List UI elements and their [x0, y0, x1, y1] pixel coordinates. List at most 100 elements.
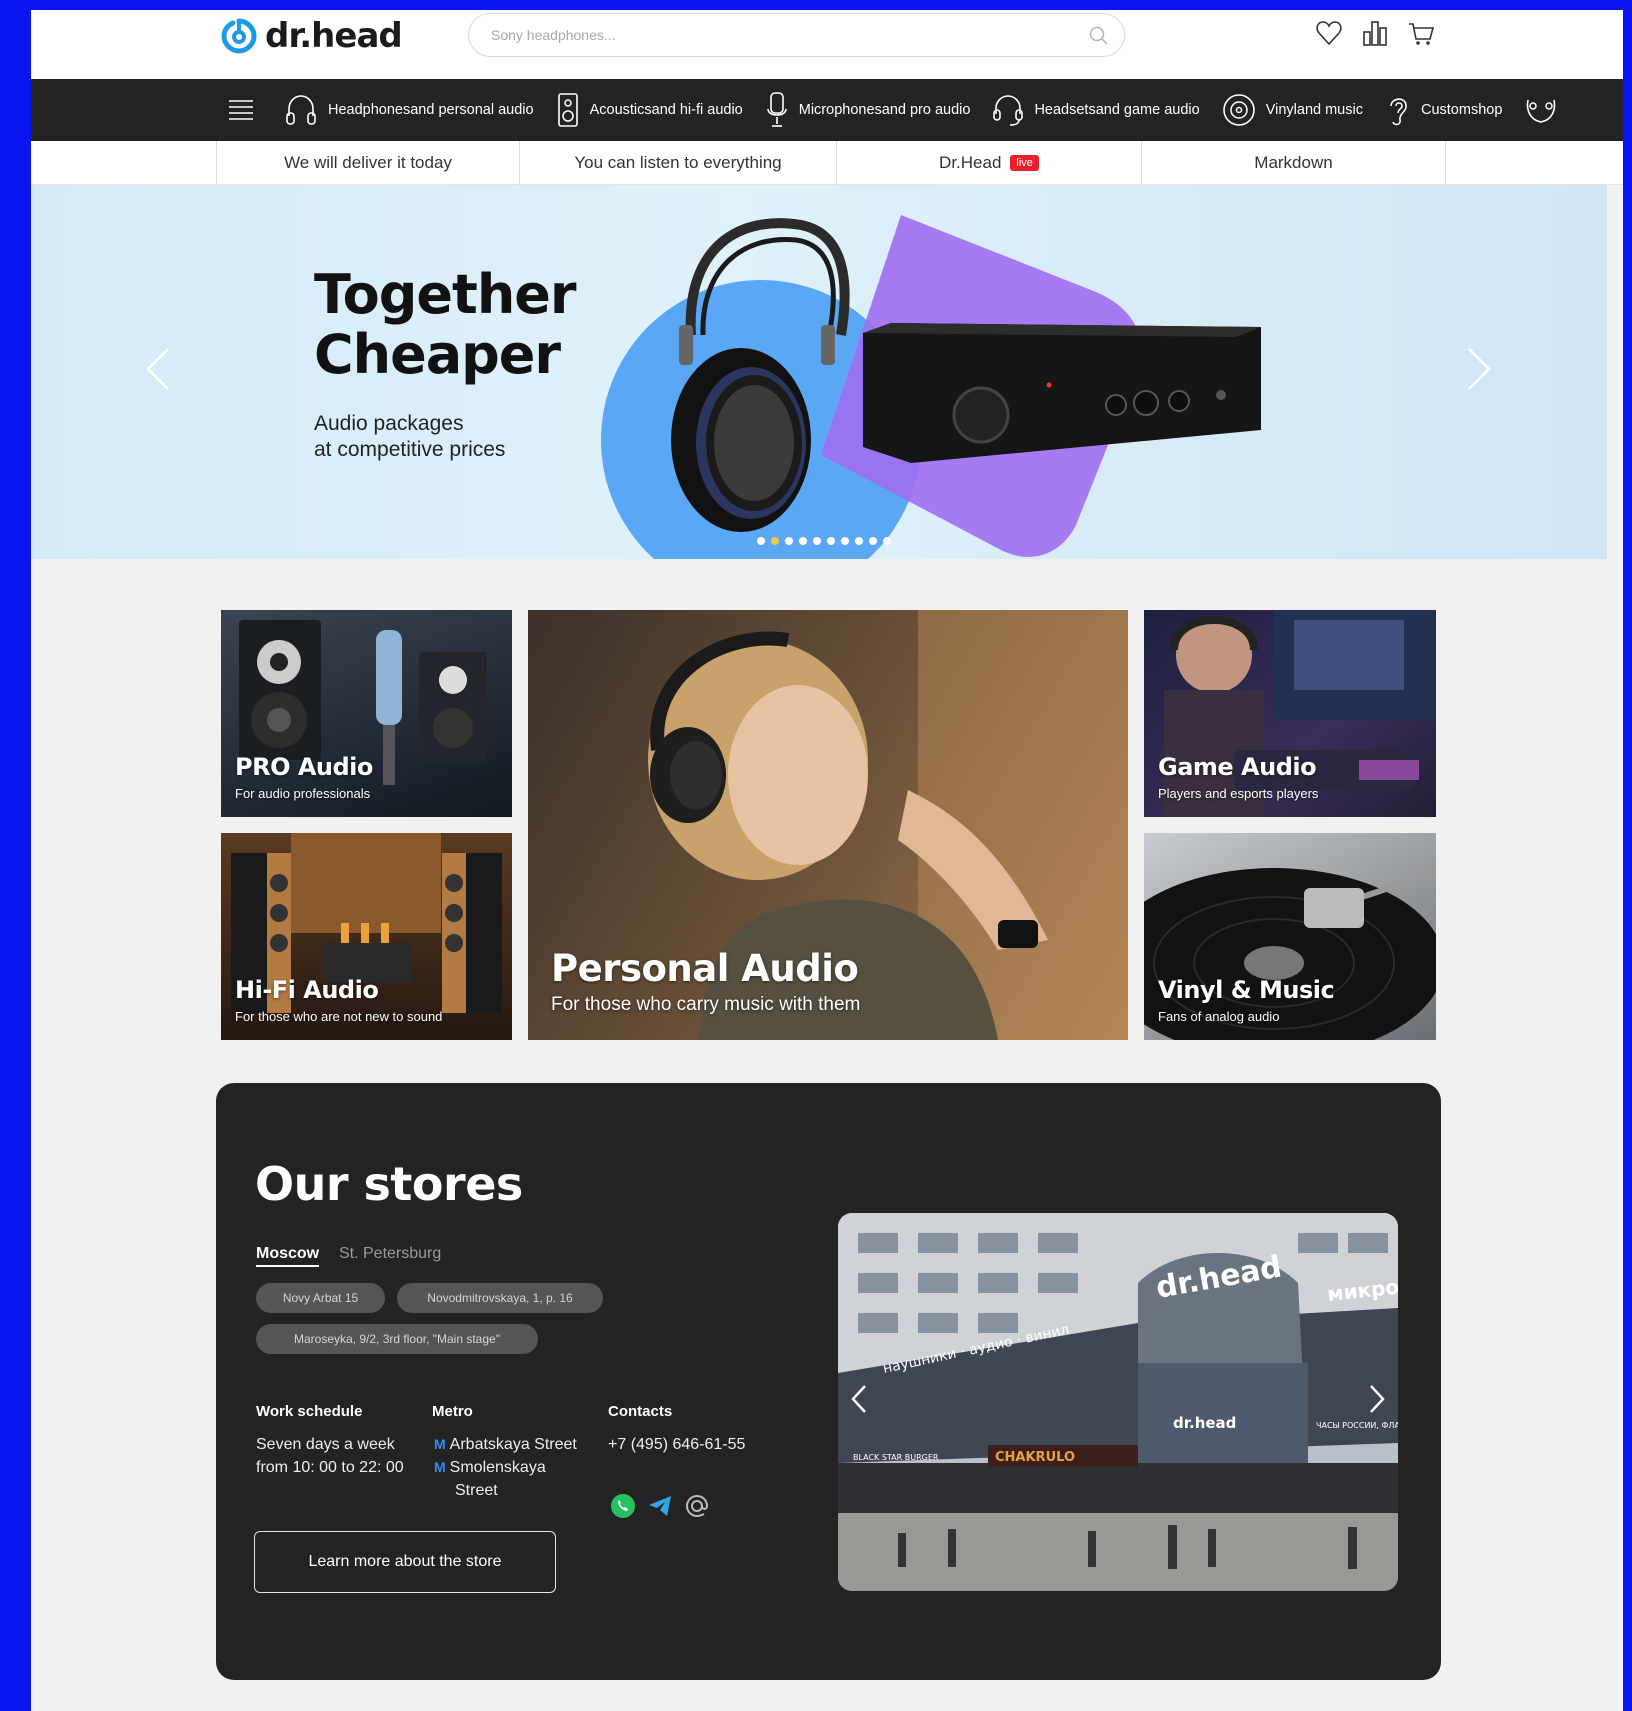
photo-prev-arrow[interactable]: [850, 1383, 868, 1415]
subnav-item[interactable]: You can listen to everything: [519, 141, 836, 185]
nav-item-headsets[interactable]: Headsetsand game audio: [992, 92, 1200, 128]
logo-icon: [221, 18, 257, 54]
store-restaurant-sign: CHAKRULO: [995, 1450, 1075, 1465]
address-chip[interactable]: Maroseyka, 9/2, 3rd floor, "Main stage": [256, 1324, 538, 1354]
photo-next-arrow[interactable]: [1368, 1383, 1386, 1415]
ear-icon: [1390, 98, 1407, 126]
store-burger-sign: BLACK STAR BURGER: [853, 1453, 939, 1462]
subnav-item[interactable]: We will deliver it today: [216, 141, 519, 185]
metro-icon: M: [434, 1459, 446, 1475]
nav-item-more[interactable]: [1524, 92, 1558, 128]
top-bar: dr.head: [31, 10, 1623, 79]
tile-subtitle: For those who are not new to sound: [235, 1009, 443, 1024]
phone-number[interactable]: +7 (495) 646-61-55: [608, 1433, 745, 1456]
nav-label: Headsetsand game audio: [1034, 102, 1200, 118]
store-photo-carousel[interactable]: dr.head микро наушники · аудио · винил d…: [838, 1213, 1398, 1591]
metro-heading: Metro: [432, 1403, 473, 1420]
search-input[interactable]: [491, 22, 1051, 48]
header-actions: [1315, 18, 1435, 48]
headset-icon: [993, 95, 1024, 126]
city-tab-spb[interactable]: St. Petersburg: [339, 1245, 441, 1263]
learn-more-button[interactable]: Learn more about the store: [254, 1531, 556, 1593]
sub-nav: We will deliver it today You can listen …: [31, 141, 1623, 185]
tile-subtitle: Players and esports players: [1158, 786, 1319, 801]
nav-label: Vinyland music: [1265, 102, 1363, 118]
tile-title: PRO Audio: [235, 753, 373, 781]
vinyl-icon: [1222, 94, 1255, 126]
tile-title: Personal Audio: [551, 947, 859, 990]
speaker-icon: [557, 93, 578, 127]
hero-subtitle: Audio packages at competitive prices: [314, 412, 506, 461]
tile-title: Hi-Fi Audio: [235, 976, 379, 1004]
tile-subtitle: For audio professionals: [235, 786, 371, 801]
address-chip[interactable]: Novy Arbat 15: [256, 1283, 385, 1313]
category-nav: Headphonesand personal audio Acousticsan…: [31, 79, 1623, 141]
nav-items: Headphonesand personal audio Acousticsan…: [284, 79, 1580, 141]
compare-icon[interactable]: [1361, 18, 1389, 48]
nav-item-headphones[interactable]: Headphonesand personal audio: [284, 92, 534, 128]
store-clock-sign: ЧАСЫ РОССИИ, ФЛАГМАН: [1316, 1421, 1398, 1430]
metro-icon: M: [434, 1436, 446, 1452]
nav-label: Acousticsand hi-fi audio: [589, 102, 743, 118]
slider-dot[interactable]: [883, 537, 891, 545]
address-chip[interactable]: Novodmitrovskaya, 1, p. 16: [397, 1283, 603, 1313]
subnav-item-drhead[interactable]: Dr.Head live: [836, 141, 1141, 185]
store-photo: dr.head микро наушники · аудио · винил d…: [838, 1213, 1398, 1591]
hero-product-image: [601, 215, 1261, 559]
logo-text: dr.head: [265, 16, 403, 56]
email-icon[interactable]: [684, 1493, 710, 1519]
tile-title: Vinyl & Music: [1158, 976, 1335, 1004]
menu-icon[interactable]: [227, 97, 255, 123]
tile-personal-audio[interactable]: Personal Audio For those who carry music…: [528, 610, 1128, 1040]
slider-dot[interactable]: [827, 537, 835, 545]
stores-section: Our stores Moscow St. Petersburg Novy Ar…: [216, 1083, 1441, 1680]
slider-dot[interactable]: [855, 537, 863, 545]
nav-label: Headphonesand personal audio: [328, 102, 534, 118]
tile-title: Game Audio: [1158, 753, 1317, 781]
slider-dot[interactable]: [757, 537, 765, 545]
tile-subtitle: Fans of analog audio: [1158, 1009, 1280, 1024]
tile-pro-audio[interactable]: PRO Audio For audio professionals: [221, 610, 512, 817]
contacts-heading: Contacts: [608, 1403, 673, 1420]
page: dr.head Sony headphones... Headphonesand…: [31, 10, 1623, 1711]
stores-title: Our stores: [255, 1157, 523, 1211]
search-box: [468, 13, 1125, 57]
live-badge: live: [1010, 155, 1039, 171]
store-sign-small: dr.head: [1173, 1414, 1236, 1432]
nav-item-customshop[interactable]: Customshop: [1385, 92, 1502, 128]
tile-vinyl-music[interactable]: Vinyl & Music Fans of analog audio: [1144, 833, 1436, 1040]
hero-next-arrow[interactable]: [1465, 345, 1493, 393]
hero-title: Together Cheaper: [314, 263, 577, 386]
tile-subtitle: For those who carry music with them: [551, 994, 861, 1015]
logo[interactable]: dr.head: [221, 16, 403, 56]
search-icon[interactable]: [1088, 25, 1110, 47]
slider-dot[interactable]: [799, 537, 807, 545]
slider-dot[interactable]: [869, 537, 877, 545]
schedule-text: Seven days a week from 10: 00 to 22: 00: [256, 1436, 404, 1476]
nav-item-vinyl[interactable]: Vinyland music: [1222, 93, 1363, 127]
metro-text: M Arbatskaya Street M Smolenskaya Street: [434, 1436, 577, 1499]
heart-icon[interactable]: [1315, 18, 1343, 48]
nav-label: Microphonesand pro audio: [798, 102, 971, 118]
tile-hifi-audio[interactable]: Hi-Fi Audio For those who are not new to…: [221, 833, 512, 1040]
nav-item-acoustics[interactable]: Acousticsand hi-fi audio: [556, 92, 743, 128]
hero-banner[interactable]: Together Cheaper Audio packages at compe…: [31, 185, 1607, 559]
tile-game-audio[interactable]: Game Audio Players and esports players: [1144, 610, 1436, 817]
slider-dot[interactable]: [771, 537, 779, 545]
schedule-heading: Work schedule: [256, 1403, 363, 1420]
slider-dots: [757, 537, 891, 545]
nav-label: Customshop: [1420, 102, 1503, 118]
slider-dot[interactable]: [785, 537, 793, 545]
headphones-icon: [286, 95, 316, 125]
cart-icon[interactable]: [1407, 18, 1435, 48]
subnav-item[interactable]: Markdown: [1141, 141, 1446, 185]
city-tab-moscow[interactable]: Moscow: [256, 1245, 320, 1267]
hero-prev-arrow[interactable]: [144, 345, 172, 393]
slider-dot[interactable]: [841, 537, 849, 545]
microphone-icon: [766, 92, 787, 127]
whatsapp-icon[interactable]: [610, 1493, 636, 1519]
nav-item-microphones[interactable]: Microphonesand pro audio: [765, 91, 971, 129]
slider-dot[interactable]: [813, 537, 821, 545]
telegram-icon[interactable]: [647, 1493, 673, 1519]
earphones-icon: [1527, 99, 1556, 123]
